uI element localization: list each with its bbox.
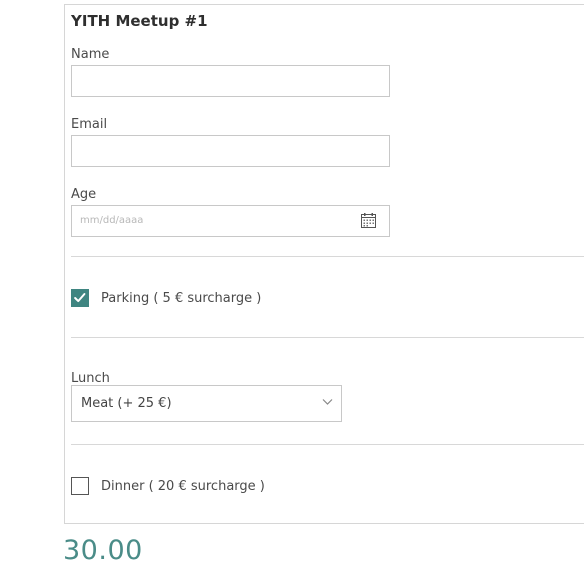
dinner-checkbox[interactable] — [71, 477, 89, 495]
lunch-selected-value: Meat (+ 25 €) — [81, 396, 172, 411]
lunch-select[interactable]: Meat (+ 25 €) — [71, 385, 342, 422]
chevron-down-icon — [322, 399, 333, 405]
email-input[interactable] — [71, 135, 390, 167]
parking-label: Parking ( 5 € surcharge ) — [101, 291, 262, 306]
age-date-input[interactable]: mm/dd/aaaa — [71, 205, 390, 237]
total-price: 30.00 — [63, 535, 143, 566]
section-divider — [71, 444, 584, 445]
name-input[interactable] — [71, 65, 390, 97]
checkmark-icon — [74, 293, 86, 303]
age-label: Age — [71, 187, 97, 202]
section-divider — [71, 337, 584, 338]
calendar-icon[interactable] — [361, 213, 376, 228]
event-title: YITH Meetup #1 — [71, 12, 208, 30]
dinner-label: Dinner ( 20 € surcharge ) — [101, 479, 265, 494]
lunch-label: Lunch — [71, 371, 110, 386]
email-label: Email — [71, 117, 108, 132]
parking-checkbox[interactable] — [71, 289, 89, 307]
section-divider — [71, 256, 584, 257]
age-placeholder: mm/dd/aaaa — [80, 215, 144, 226]
name-label: Name — [71, 47, 110, 62]
